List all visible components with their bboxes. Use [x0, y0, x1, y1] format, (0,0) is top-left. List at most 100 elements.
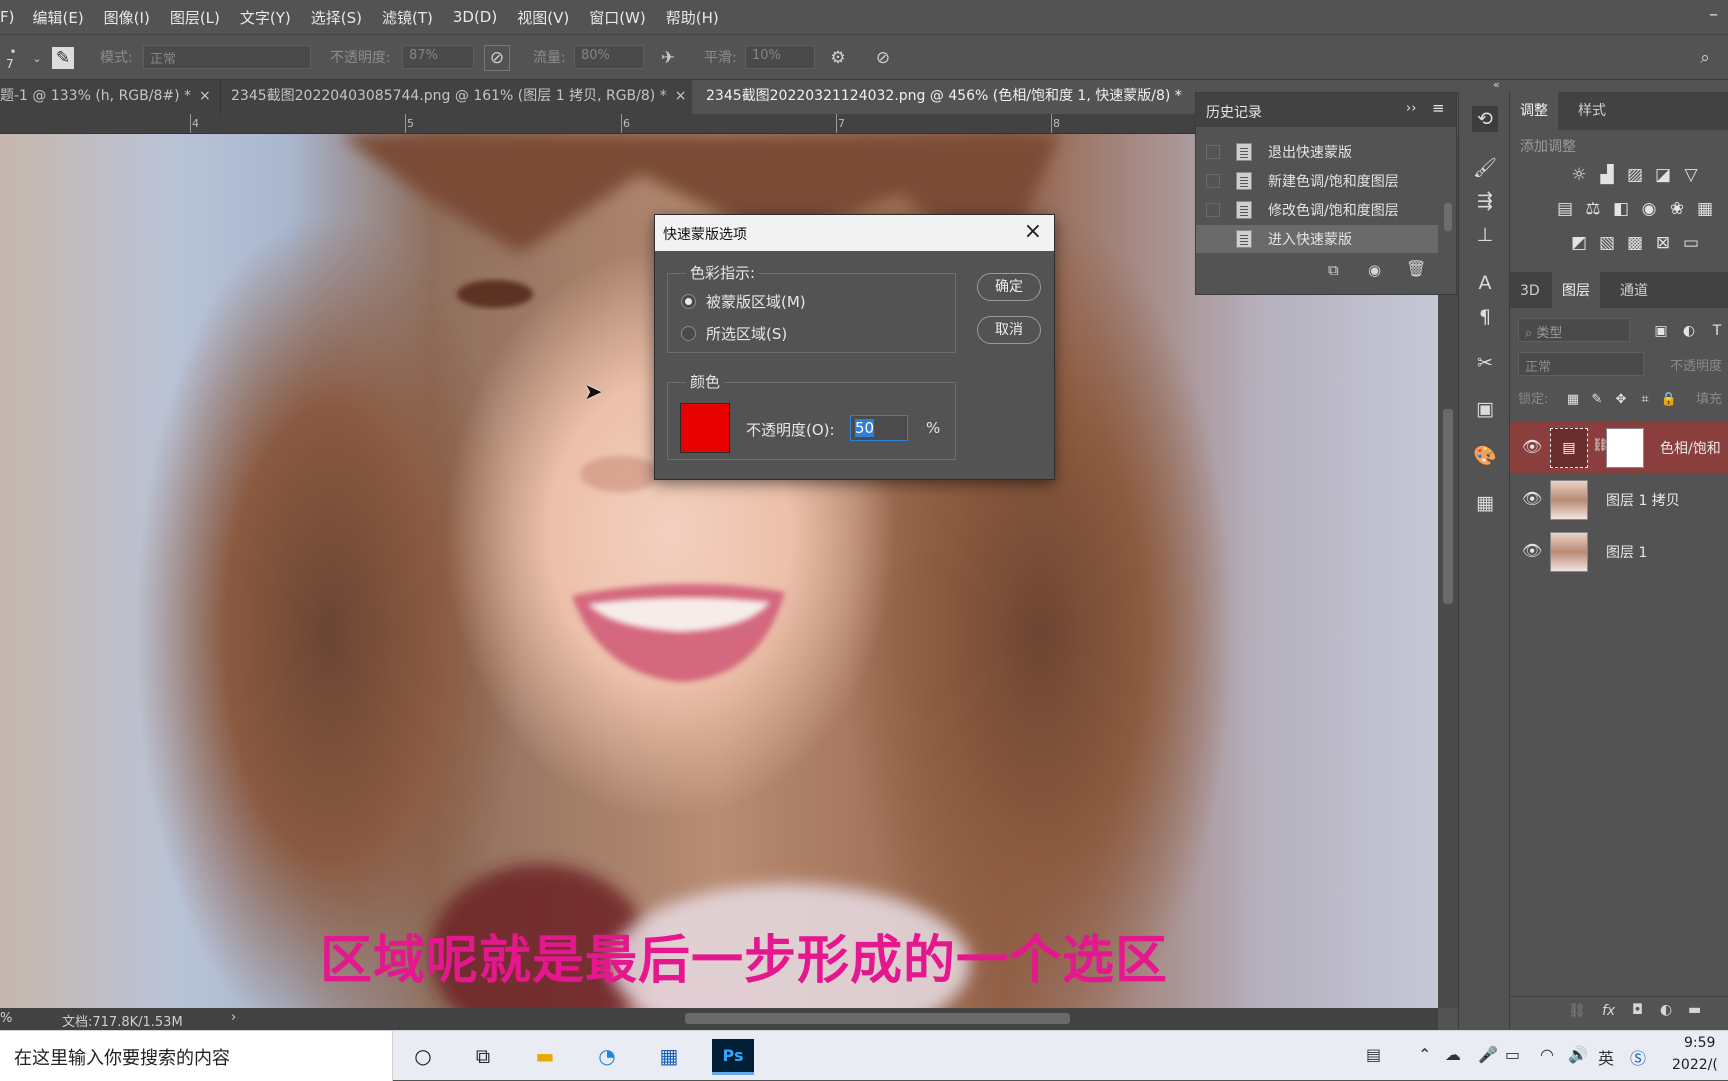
menu-type[interactable]: 文字(Y) — [230, 7, 301, 28]
dialog-titlebar[interactable]: 快速蒙版选项 × — [655, 215, 1054, 251]
menu-help[interactable]: 帮助(H) — [656, 7, 729, 28]
menu-window[interactable]: 窗口(W) — [579, 7, 656, 28]
camera-icon[interactable]: ◉ — [1368, 261, 1381, 279]
eye-icon[interactable]: 👁 — [1522, 541, 1542, 560]
task-view-icon[interactable]: ⧉ — [468, 1042, 498, 1070]
mask-thumbnail[interactable] — [1606, 428, 1644, 468]
image-filter-icon[interactable]: ▣ — [1650, 320, 1672, 342]
tab-styles[interactable]: 样式 — [1568, 92, 1616, 130]
curves-icon[interactable]: ▨ — [1624, 164, 1646, 186]
lock-position-icon[interactable]: ✥ — [1610, 388, 1632, 410]
file-explorer-icon[interactable]: ▬ — [530, 1042, 560, 1070]
tab-document-3[interactable]: 2345截图20220321124032.png @ 456% (色相/饱和度 … — [692, 80, 1195, 114]
channel-mixer-icon[interactable]: ❀ — [1666, 198, 1688, 220]
gradient-map-icon[interactable]: ▭ — [1680, 232, 1702, 254]
hue-saturation-icon[interactable]: ▤ — [1554, 198, 1576, 220]
history-item[interactable]: 修改色调/饱和度图层 — [1196, 196, 1438, 224]
mode-select[interactable]: 正常 — [143, 45, 311, 69]
search-icon[interactable]: ⌕ — [1692, 45, 1718, 71]
menu-image[interactable]: 图像(I) — [94, 7, 160, 28]
black-white-icon[interactable]: ◧ — [1610, 198, 1632, 220]
panel-menu-icon[interactable]: ≡ — [1432, 99, 1445, 117]
history-item[interactable]: 退出快速蒙版 — [1196, 138, 1438, 166]
news-icon[interactable]: ▤ — [1366, 1045, 1381, 1064]
collapse-arrows-icon[interactable]: « — [1493, 78, 1500, 91]
brush-panel-icon[interactable]: ✎ — [52, 47, 74, 69]
fx-icon[interactable]: fx — [1602, 1003, 1615, 1019]
masked-areas-label[interactable]: 被蒙版区域(M) — [706, 291, 806, 312]
input-method-icon[interactable]: 英 — [1598, 1045, 1614, 1069]
color-palette-icon[interactable]: 🎨 — [1472, 442, 1498, 468]
menu-3d[interactable]: 3D(D) — [443, 8, 507, 26]
history-scrollbar[interactable] — [1442, 137, 1454, 257]
airbrush-icon[interactable]: ✈ — [655, 45, 681, 71]
layer-row[interactable]: 👁 图层 1 — [1510, 526, 1728, 578]
tab-adjustments[interactable]: 调整 — [1510, 92, 1558, 130]
tab-document-2[interactable]: 2345截图20220403085744.png @ 161% (图层 1 拷贝… — [220, 80, 696, 114]
exposure-icon[interactable]: ◪ — [1652, 164, 1674, 186]
adjustment-filter-icon[interactable]: ◐ — [1678, 320, 1700, 342]
new-group-icon[interactable]: ▬ — [1688, 1002, 1701, 1018]
tab-document-1[interactable]: 题-1 @ 133% (h, RGB/8#) * × — [0, 80, 219, 114]
color-lookup-icon[interactable]: ▦ — [1694, 198, 1716, 220]
cloud-icon[interactable]: ☁ — [1445, 1045, 1461, 1064]
new-document-from-state-icon[interactable]: ⧉ — [1328, 261, 1339, 279]
close-icon[interactable]: × — [675, 88, 687, 104]
opacity-input[interactable]: 50 — [850, 415, 908, 441]
lock-pixels-icon[interactable]: ▦ — [1562, 388, 1584, 410]
menu-edit[interactable]: 编辑(E) — [22, 7, 93, 28]
brightness-icon[interactable]: ☼ — [1568, 164, 1590, 186]
eye-icon[interactable]: 👁 — [1522, 489, 1542, 508]
properties-icon[interactable]: ▣ — [1472, 396, 1498, 422]
close-icon[interactable]: × — [1024, 219, 1042, 244]
menu-file[interactable]: F) — [0, 8, 22, 26]
layer-row[interactable]: 👁 图层 1 拷贝 — [1510, 474, 1728, 526]
photo-filter-icon[interactable]: ◉ — [1638, 198, 1660, 220]
edge-icon[interactable]: ◔ — [592, 1042, 622, 1070]
selected-areas-label[interactable]: 所选区域(S) — [706, 323, 787, 344]
tab-layers[interactable]: 图层 — [1552, 272, 1600, 310]
history-checkbox[interactable] — [1206, 203, 1220, 217]
chevron-down-icon[interactable]: ⌄ — [24, 45, 50, 71]
tools-icon[interactable]: ✂ — [1472, 350, 1498, 376]
history-checkbox[interactable] — [1206, 232, 1220, 246]
wifi-icon[interactable]: ◠ — [1540, 1045, 1554, 1064]
ok-button[interactable]: 确定 — [977, 273, 1041, 301]
clock-time[interactable]: 9:59 — [1684, 1035, 1715, 1051]
flow-input[interactable]: 80% — [574, 45, 644, 69]
threshold-icon[interactable]: ▩ — [1624, 232, 1646, 254]
close-icon[interactable]: × — [199, 88, 211, 104]
history-item[interactable]: 新建色调/饱和度图层 — [1196, 167, 1438, 195]
layer-filter-select[interactable]: ⌕ 类型 — [1518, 318, 1630, 342]
character-icon[interactable]: A — [1472, 270, 1498, 296]
layer-row[interactable]: 👁 ▤ ⛓ 色相/饱和 — [1510, 422, 1728, 474]
masked-areas-radio[interactable] — [681, 294, 696, 309]
chevron-up-icon[interactable]: ⌃ — [1418, 1045, 1431, 1064]
tab-3d[interactable]: 3D — [1510, 272, 1550, 310]
paragraph-icon[interactable]: ¶ — [1472, 304, 1498, 330]
cortana-icon[interactable]: ○ — [408, 1042, 438, 1070]
gear-icon[interactable]: ⚙ — [825, 45, 851, 71]
menu-select[interactable]: 选择(S) — [301, 7, 372, 28]
new-adjustment-icon[interactable]: ◐ — [1660, 1002, 1672, 1018]
brush-settings-icon[interactable]: 🖌 — [1472, 154, 1498, 180]
opacity-input[interactable]: 87% — [402, 45, 474, 69]
menu-filter[interactable]: 滤镜(T) — [372, 7, 443, 28]
menu-view[interactable]: 视图(V) — [507, 7, 579, 28]
selected-areas-radio[interactable] — [681, 326, 696, 341]
photoshop-icon[interactable]: Ps — [712, 1039, 754, 1075]
invert-icon[interactable]: ◩ — [1568, 232, 1590, 254]
history-checkbox[interactable] — [1206, 145, 1220, 159]
color-balance-icon[interactable]: ⚖ — [1582, 198, 1604, 220]
battery-icon[interactable]: ▭ — [1505, 1045, 1520, 1064]
horizontal-scrollbar[interactable] — [255, 1011, 1425, 1025]
levels-icon[interactable]: ▟ — [1596, 164, 1618, 186]
volume-icon[interactable]: 🔊 — [1568, 1045, 1588, 1064]
posterize-icon[interactable]: ▧ — [1596, 232, 1618, 254]
clone-source-icon[interactable]: ⊥ — [1472, 222, 1498, 248]
blend-mode-select[interactable]: 正常 — [1518, 352, 1644, 376]
lock-image-icon[interactable]: ✎ — [1586, 388, 1608, 410]
history-item-current[interactable]: 进入快速蒙版 — [1196, 225, 1438, 253]
eye-icon[interactable]: 👁 — [1522, 437, 1542, 456]
scrollbar-thumb[interactable] — [1443, 409, 1453, 604]
